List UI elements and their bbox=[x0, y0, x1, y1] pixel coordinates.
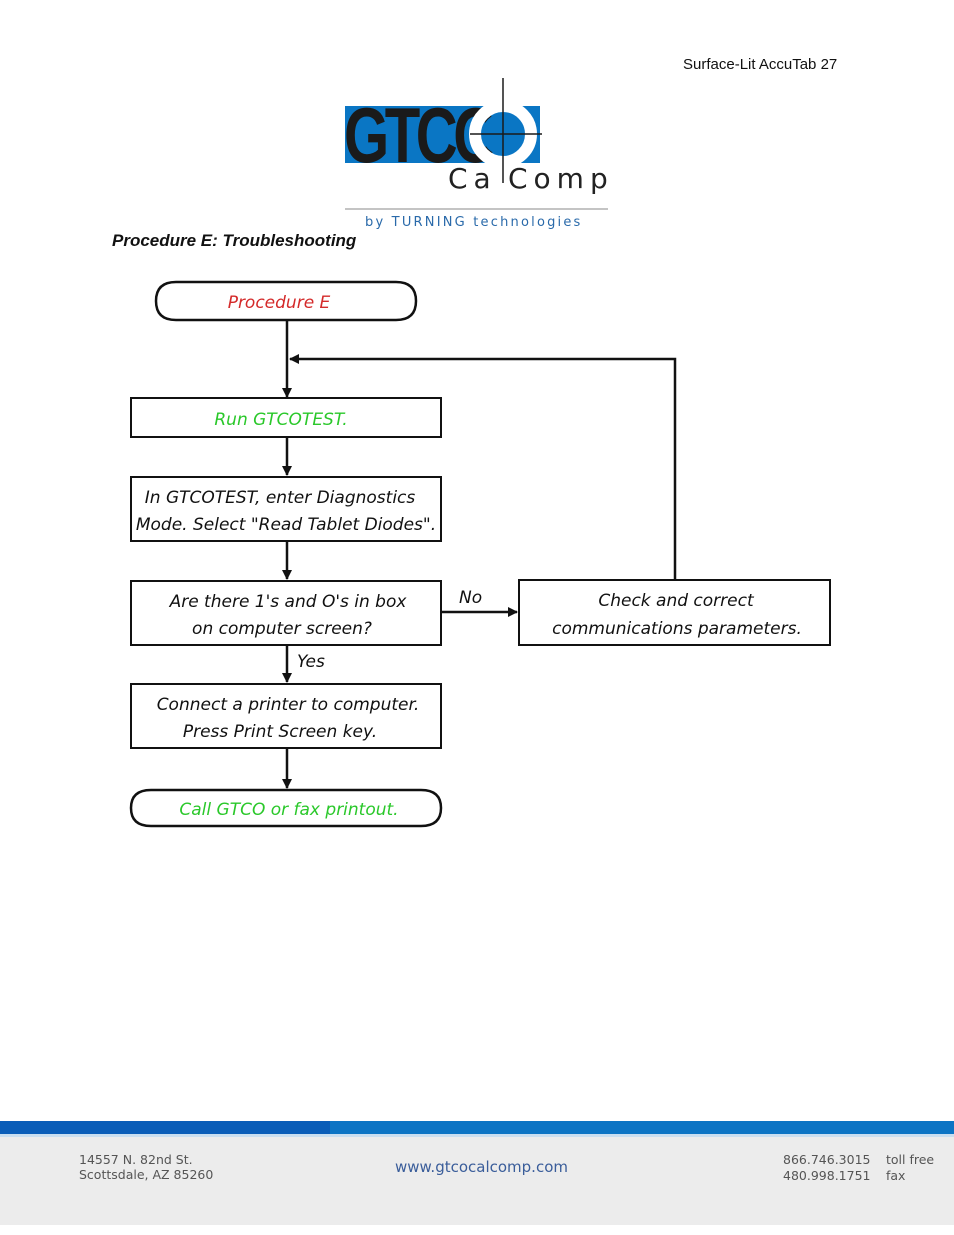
footer-address: 14557 N. 82nd St. Scottsdale, AZ 85260 bbox=[79, 1152, 213, 1182]
node-check-line-1: Check and correct bbox=[598, 591, 755, 611]
node-diag-line-1: In GTCOTEST, enter Diagnostics bbox=[145, 488, 416, 508]
footer-phone-row: 480.998.1751 fax bbox=[783, 1168, 934, 1184]
node-printer: Connect a printer to computer. Press Pri… bbox=[130, 683, 442, 749]
edge-label-yes: Yes bbox=[297, 652, 325, 672]
node-end-label: Call GTCO or fax printout. bbox=[179, 800, 398, 820]
node-printer-line-1: Connect a printer to computer. bbox=[157, 695, 420, 715]
node-run-label: Run GTCOTEST. bbox=[214, 410, 347, 430]
footer-phone-label: fax bbox=[886, 1168, 906, 1183]
node-check: Check and correct communications paramet… bbox=[518, 579, 831, 646]
footer-address-line-2: Scottsdale, AZ 85260 bbox=[79, 1167, 214, 1182]
footer-phone-label: toll free bbox=[886, 1152, 935, 1167]
node-end: Call GTCO or fax printout. bbox=[129, 788, 443, 828]
footer-phone-number: 866.746.3015 bbox=[783, 1152, 871, 1167]
node-diag: In GTCOTEST, enter Diagnostics Mode. Sel… bbox=[130, 476, 442, 542]
footer-website-link[interactable]: www.gtcocalcomp.com bbox=[395, 1158, 568, 1176]
troubleshooting-flowchart: Procedure E Run GTCOTEST. In GTCOTEST, e… bbox=[129, 280, 831, 828]
node-check-line-2: communications parameters. bbox=[552, 619, 802, 639]
footer-bar-dark bbox=[0, 1121, 330, 1134]
node-diag-line-2: Mode. Select "Read Tablet Diodes". bbox=[136, 515, 436, 535]
node-printer-line-2: Press Print Screen key. bbox=[183, 722, 377, 742]
edge-label-no: No bbox=[459, 588, 482, 608]
footer-phones: 866.746.3015 toll free 480.998.1751 fax bbox=[783, 1152, 934, 1184]
footer-address-line-1: 14557 N. 82nd St. bbox=[79, 1152, 193, 1167]
edge-check-loopback bbox=[289, 354, 677, 580]
footer-phone-number: 480.998.1751 bbox=[783, 1168, 871, 1183]
footer-phone-row: 866.746.3015 toll free bbox=[783, 1152, 934, 1168]
node-run: Run GTCOTEST. bbox=[130, 397, 442, 438]
footer-bar-light bbox=[330, 1121, 954, 1134]
node-start-label: Procedure E bbox=[228, 293, 331, 313]
node-decision-line-2: on computer screen? bbox=[192, 619, 372, 639]
node-decision: Are there 1's and O's in box on computer… bbox=[130, 580, 442, 646]
node-decision-line-1: Are there 1's and O's in box bbox=[169, 592, 408, 612]
node-start: Procedure E bbox=[154, 280, 418, 322]
